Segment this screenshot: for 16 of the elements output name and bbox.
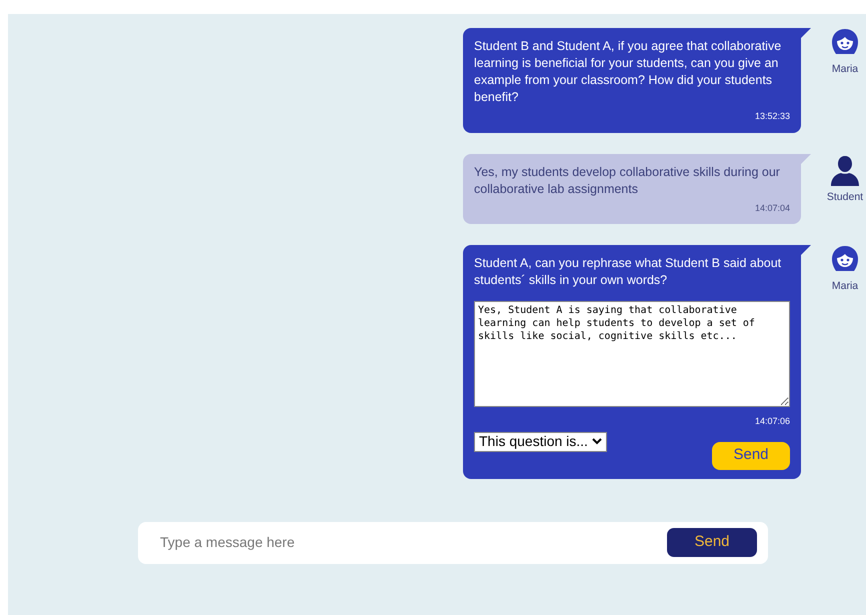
question-type-select[interactable]: This question is...	[474, 432, 607, 452]
message-text: Student B and Student A, if you agree that collaborative learning is beneficial for your students, can you give an example from your classroom? How did your students benefit?	[474, 38, 782, 106]
person-silhouette-icon	[829, 154, 861, 186]
reply-field[interactable]: Yes, Student A is saying that collaborative learning can help students to develop a set of skills like social, cognitive skills etc...	[474, 301, 790, 407]
author-name: Student	[826, 190, 864, 204]
message-time: 14:07:04	[754, 202, 790, 214]
author-name: Maria	[832, 279, 858, 294]
message-field[interactable]: Type a message here Send	[138, 522, 768, 564]
message-text: Yes, my students develop collaborative skills during our collaborative lab assignments	[474, 164, 781, 198]
message-text: Student A, can you rephrase what Student B said about students´ skills in your own words?	[474, 255, 782, 289]
send-button[interactable]: Send	[667, 528, 757, 557]
chevron-down-icon	[592, 438, 602, 445]
message-time: 13:52:33	[754, 110, 790, 123]
send-button[interactable]: Send	[712, 442, 790, 470]
message-time: 14:07:06	[754, 415, 790, 428]
author-name: Maria	[832, 62, 858, 77]
